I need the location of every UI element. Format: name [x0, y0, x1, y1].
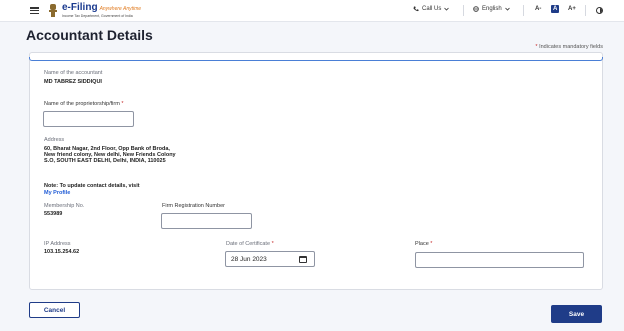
membership-label: Membership No.	[44, 203, 85, 209]
cancel-button[interactable]: Cancel	[29, 302, 80, 318]
place-label: Place *	[415, 241, 433, 247]
mandatory-fields-note: * Indicates mandatory fields	[535, 44, 603, 50]
membership-value: 553989	[44, 211, 63, 217]
call-us-dropdown[interactable]: Call Us	[413, 6, 450, 12]
accountant-name-label: Name of the accountant	[44, 70, 103, 76]
place-label-text: Place	[415, 241, 429, 247]
contact-update-note: Note: To update contact details, visit	[44, 183, 140, 189]
place-input[interactable]	[415, 252, 584, 268]
header-divider	[523, 5, 524, 16]
date-label-text: Date of Certificate	[226, 241, 271, 247]
header-divider	[463, 5, 464, 16]
firm-registration-input[interactable]	[161, 213, 252, 229]
font-normal-button[interactable]: A	[551, 5, 560, 13]
page-title: Accountant Details	[26, 27, 153, 43]
chevron-down-icon	[504, 7, 510, 11]
firm-registration-label: Firm Registration Number	[162, 203, 225, 209]
proprietorship-label-text: Name of the proprietorship/firm	[44, 101, 120, 107]
chevron-down-icon	[444, 7, 450, 11]
address-value: 60, Bharat Nagar, 2nd Floor, Opp Bank of…	[44, 146, 176, 164]
collapsed-section-bar	[29, 57, 603, 61]
top-header: e-Filing Anywhere Anytime Income Tax Depa…	[0, 0, 624, 22]
logo-tagline: Anywhere Anytime	[99, 6, 142, 12]
contrast-toggle-icon[interactable]	[596, 7, 603, 14]
language-dropdown[interactable]: English	[473, 6, 510, 12]
ip-address-label: IP Address	[44, 241, 71, 247]
header-divider	[585, 5, 586, 16]
logo-title: e-Filing	[62, 2, 98, 13]
date-of-certificate-input[interactable]: 28 Jun 2023	[225, 251, 315, 267]
proprietorship-input[interactable]	[43, 111, 134, 127]
logo-subtitle: Income Tax Department, Government of Ind…	[62, 14, 133, 18]
date-of-certificate-label: Date of Certificate *	[226, 241, 274, 247]
my-profile-link[interactable]: My Profile	[44, 190, 70, 196]
font-decrease-button[interactable]: A-	[535, 6, 541, 12]
efiling-logo[interactable]: e-Filing Anywhere Anytime	[62, 2, 141, 13]
ip-address-value: 103.15.254.62	[44, 249, 80, 255]
address-label: Address	[44, 137, 65, 143]
font-increase-button[interactable]: A+	[568, 6, 576, 12]
globe-icon	[473, 6, 479, 12]
national-emblem-icon	[49, 4, 57, 17]
calendar-icon[interactable]	[299, 256, 307, 263]
phone-icon	[413, 6, 419, 12]
mandatory-note-text: Indicates mandatory fields	[539, 44, 603, 50]
language-label: English	[482, 6, 502, 12]
proprietorship-label: Name of the proprietorship/firm *	[44, 101, 124, 107]
date-value: 28 Jun 2023	[231, 256, 267, 263]
call-us-label: Call Us	[422, 6, 442, 12]
accountant-name-value: MD TABREZ SIDDIQUI	[44, 79, 102, 85]
hamburger-menu-icon[interactable]	[30, 7, 39, 15]
save-button[interactable]: Save	[551, 305, 602, 323]
